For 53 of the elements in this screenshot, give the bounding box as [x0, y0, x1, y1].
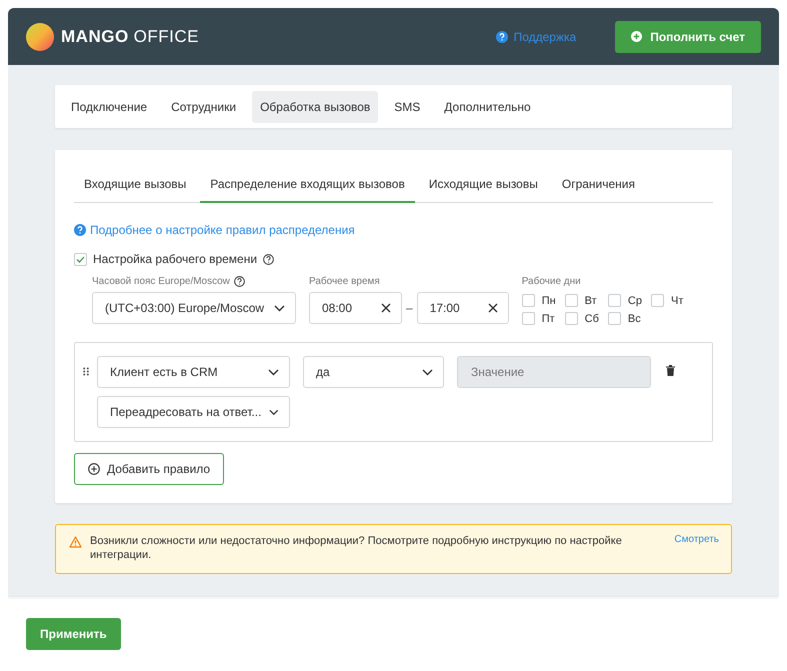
day-checkbox[interactable] [608, 294, 621, 307]
time-field[interactable]: 08:00 [309, 292, 402, 324]
day-checkbox[interactable] [564, 312, 578, 325]
logo-text: MANGO [61, 26, 129, 46]
chevron-down-icon [422, 368, 433, 376]
help-icon[interactable] [234, 276, 245, 287]
checkbox-label: Настройка рабочего времени [93, 252, 258, 266]
field-label: Часовой пояс Europe/Moscow [92, 276, 230, 287]
chevron-down-icon [269, 408, 279, 416]
check-icon [76, 256, 85, 262]
day-label: Вт [584, 294, 597, 306]
day-checkbox[interactable] [650, 294, 664, 307]
chevron-down-icon [274, 304, 285, 312]
add-rule-button[interactable]: Добавить правило [74, 453, 224, 485]
day-label: Сб [584, 312, 599, 324]
sub-tab[interactable]: Ограничения [552, 168, 646, 203]
field-label: Рабочие дни [522, 275, 582, 288]
sub-tab[interactable]: Входящие вызовы [74, 168, 196, 203]
sub-tab[interactable]: Исходящие вызовы [418, 168, 548, 203]
drag-handle-icon[interactable] [83, 367, 89, 377]
logo-text: OFFICE [134, 26, 200, 46]
warning-icon [69, 536, 82, 548]
trash-icon[interactable] [666, 365, 675, 376]
help-icon [496, 30, 508, 42]
notice-text: Возникли сложности или недостаточно информации? Посмотрите подробную инструкцию по настройке интеграции. [90, 534, 623, 562]
operator-select[interactable]: да [303, 356, 444, 388]
sub-tab[interactable]: Распределение входящих вызовов [200, 168, 415, 203]
nav-tab[interactable]: Обработка вызовов [252, 90, 378, 122]
day-checkbox[interactable] [608, 312, 621, 325]
timezone-select[interactable]: (UTC+03:00) Europe/Moscow [92, 292, 296, 324]
help-icon[interactable] [263, 254, 274, 264]
day-label: Ср [628, 294, 642, 306]
logo-icon [26, 22, 54, 50]
day-label: Вс [628, 312, 641, 324]
action-select[interactable]: Переадресовать на ответ... [97, 396, 290, 428]
day-label: Пт [542, 312, 555, 324]
clear-icon[interactable] [488, 303, 498, 313]
day-checkbox[interactable] [522, 312, 535, 325]
day-label: Пн [542, 294, 556, 306]
help-icon [74, 224, 86, 236]
day-checkbox[interactable] [522, 294, 535, 307]
time-field[interactable]: 17:00 [416, 292, 509, 324]
chevron-down-icon [268, 368, 279, 376]
help-link[interactable]: Подробнее о настройке правил распределения [74, 223, 355, 237]
condition-select[interactable]: Клиент есть в CRM [97, 356, 290, 388]
plus-icon [631, 31, 642, 42]
field-label: Рабочее время [309, 275, 381, 288]
day-checkbox[interactable] [564, 294, 578, 307]
range-dash: – [406, 301, 413, 315]
work-time-checkbox[interactable] [74, 252, 87, 266]
day-label: Чт [670, 294, 684, 306]
plus-circle-icon [88, 463, 100, 475]
clear-icon[interactable] [381, 303, 391, 313]
